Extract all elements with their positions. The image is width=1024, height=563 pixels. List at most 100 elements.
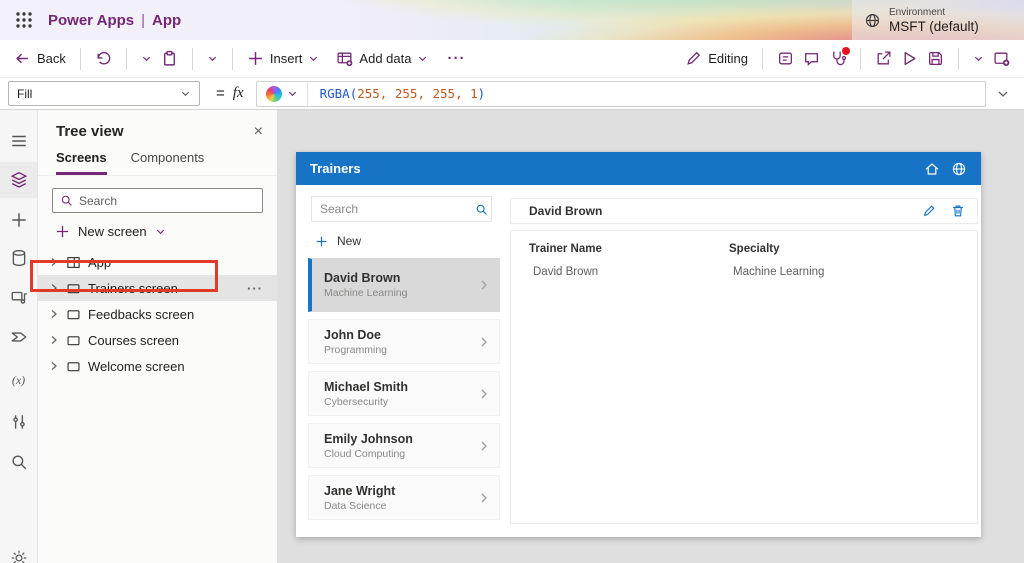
tab-screens[interactable]: Screens — [56, 150, 107, 175]
trainer-specialty: Machine Learning — [324, 287, 408, 299]
tree-item-feedbacks-screen[interactable]: Feedbacks screen — [38, 301, 277, 327]
property-selector[interactable]: Fill — [8, 81, 200, 106]
close-icon[interactable]: × — [254, 123, 263, 140]
save-chevron-icon[interactable] — [973, 53, 984, 64]
field-value: Machine Learning — [733, 266, 825, 278]
undo-chevron-icon[interactable] — [141, 53, 152, 64]
insert-button[interactable]: Insert — [247, 50, 320, 67]
screen-icon — [67, 309, 80, 319]
environment-globe-icon — [865, 13, 880, 27]
annotation-highlight-rectangle — [30, 260, 218, 292]
copilot-button[interactable] — [257, 81, 308, 106]
power-apps-label[interactable]: Power Apps — [48, 12, 134, 29]
rail-tree-view-button[interactable] — [0, 162, 37, 198]
comments-panel-icon[interactable] — [777, 50, 794, 67]
chevron-right-icon[interactable] — [49, 335, 59, 345]
chevron-right-icon[interactable] — [49, 309, 59, 319]
power-apps-studio: Power Apps | App Environment MSFT (defau… — [0, 0, 1024, 563]
detail-title: David Brown — [529, 204, 603, 218]
gallery-item-david-brown[interactable]: David Brown Machine Learning — [308, 258, 500, 312]
formula-bar-expand-chevron-icon[interactable] — [996, 87, 1010, 101]
app-screen-preview[interactable]: Trainers New — [296, 152, 981, 537]
field-label: Trainer Name — [529, 243, 602, 255]
undo-icon[interactable] — [95, 50, 112, 67]
publish-icon[interactable] — [993, 50, 1010, 67]
editing-mode-button[interactable]: Editing — [685, 50, 748, 67]
rail-search-button[interactable] — [0, 444, 37, 480]
app-checker-button[interactable] — [829, 47, 850, 67]
home-icon[interactable] — [924, 161, 940, 177]
formula-expression[interactable]: RGBA(255, 255, 255, 1) — [308, 86, 486, 101]
paste-chevron-icon[interactable] — [207, 53, 218, 64]
variables-icon: (x) — [11, 372, 26, 387]
media-icon — [11, 291, 27, 304]
app-checker-alert-dot — [842, 47, 850, 55]
app-title-bar[interactable]: Trainers — [296, 152, 981, 185]
rail-settings-button[interactable] — [0, 540, 37, 563]
tree-view-title: Tree view — [56, 123, 124, 140]
rail-insert-button[interactable] — [0, 202, 37, 238]
rail-advanced-tools-button[interactable] — [0, 404, 37, 440]
screen-icon — [67, 361, 80, 371]
environment-picker[interactable]: Environment MSFT (default) — [852, 0, 1024, 40]
gallery-item-emily-johnson[interactable]: Emily Johnson Cloud Computing — [308, 423, 500, 468]
editing-label: Editing — [708, 51, 748, 66]
tree-search-input[interactable] — [79, 193, 255, 208]
back-arrow-icon — [16, 53, 28, 64]
tree-item-label: Feedbacks screen — [88, 306, 195, 322]
search-icon — [11, 455, 26, 470]
add-data-button[interactable]: Add data — [336, 50, 428, 67]
formula-input[interactable]: RGBA(255, 255, 255, 1) — [255, 80, 986, 107]
left-navigation-rail: (x) — [0, 110, 38, 563]
delete-trash-icon[interactable] — [951, 204, 965, 218]
command-bar: Back Insert Add data ··· Editing — [0, 40, 1024, 78]
divider — [860, 47, 861, 70]
more-options-button[interactable]: ··· — [247, 281, 277, 296]
chevron-right-icon[interactable] — [49, 361, 59, 371]
trainer-specialty: Data Science — [324, 499, 387, 512]
tree-item-welcome-screen[interactable]: Welcome screen — [38, 353, 277, 379]
chevron-right-icon[interactable] — [478, 440, 490, 452]
chevron-right-icon[interactable] — [478, 492, 490, 504]
gallery-item-jane-wright[interactable]: Jane Wright Data Science — [308, 475, 500, 520]
rail-power-automate-button[interactable] — [0, 319, 37, 355]
tree-item-courses-screen[interactable]: Courses screen — [38, 327, 277, 353]
screen-icon — [67, 335, 80, 345]
command-bar-left: Back Insert Add data ··· — [14, 47, 465, 70]
save-icon[interactable] — [927, 50, 944, 67]
gallery-search-input[interactable] — [320, 202, 475, 216]
rail-menu-button[interactable] — [0, 123, 37, 159]
tab-components[interactable]: Components — [131, 150, 205, 175]
divider — [231, 47, 233, 70]
gallery-search-box[interactable] — [311, 196, 492, 222]
edit-pencil-icon[interactable] — [922, 204, 936, 218]
power-automate-icon — [11, 332, 26, 342]
paste-icon[interactable] — [161, 50, 178, 67]
play-preview-icon[interactable] — [901, 50, 918, 67]
trainer-name: Michael Smith — [324, 379, 409, 394]
app-name-label: App — [152, 11, 182, 29]
back-button[interactable]: Back — [14, 50, 66, 67]
gear-icon — [11, 550, 26, 563]
trainer-gallery: David Brown Machine Learning John Doe Pr… — [308, 258, 500, 520]
tree-search-box[interactable] — [52, 188, 263, 213]
toolbar-overflow-button[interactable]: ··· — [447, 50, 465, 67]
chevron-right-icon[interactable] — [478, 388, 490, 400]
trainer-specialty: Cybersecurity — [324, 395, 389, 408]
waffle-menu-icon[interactable] — [14, 10, 34, 30]
search-icon[interactable] — [475, 203, 488, 216]
chevron-right-icon[interactable] — [478, 336, 490, 348]
globe-icon[interactable] — [951, 161, 967, 177]
chevron-right-icon[interactable] — [478, 279, 490, 291]
gallery-item-john-doe[interactable]: John Doe Programming — [308, 319, 500, 364]
share-icon[interactable] — [875, 50, 892, 67]
formula-bar: Fill = fx RGBA(255, 255, 255, 1) — [0, 78, 1024, 110]
rail-variables-button[interactable]: (x) — [0, 362, 37, 398]
new-screen-button[interactable]: New screen — [38, 213, 277, 246]
chat-icon[interactable] — [803, 50, 820, 67]
canvas-area[interactable]: Trainers New — [278, 110, 1024, 563]
gallery-new-button[interactable]: New — [315, 234, 361, 248]
gallery-item-michael-smith[interactable]: Michael Smith Cybersecurity — [308, 371, 500, 416]
insert-plus-icon — [11, 213, 26, 227]
divider — [79, 47, 81, 70]
